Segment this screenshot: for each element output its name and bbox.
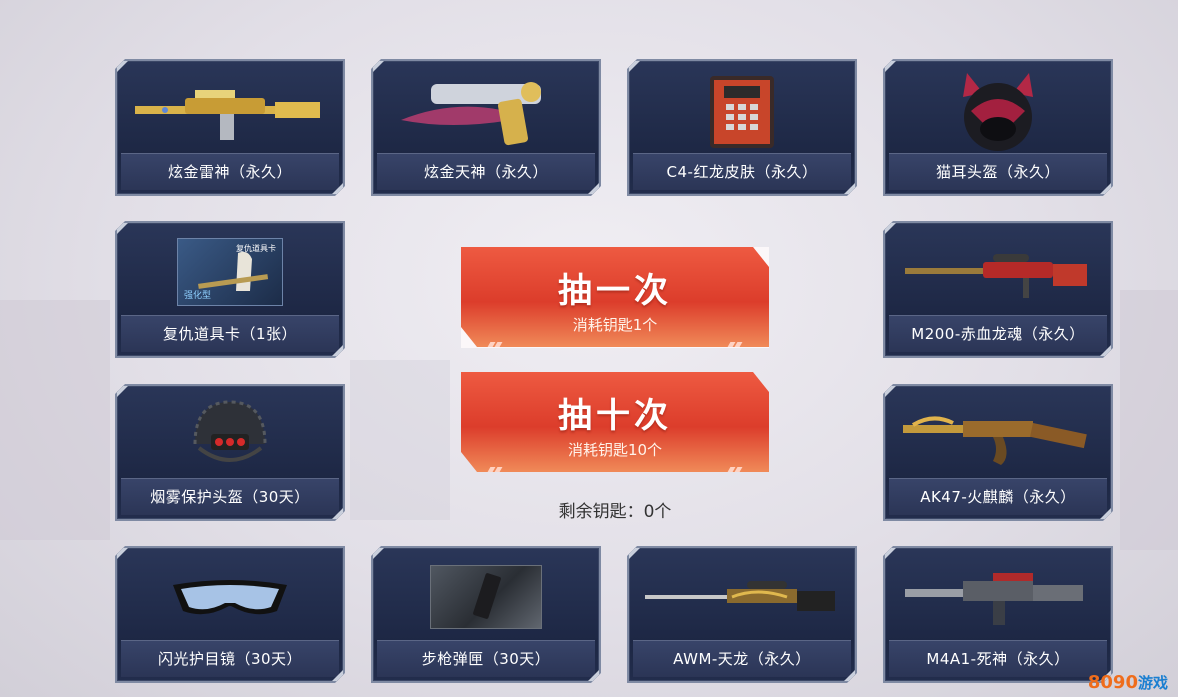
draw-ten-label: 抽十次 <box>558 396 672 436</box>
sniper-red-icon <box>889 227 1107 317</box>
prize-name: 步枪弹匣（30天） <box>377 640 595 677</box>
prize-card: 炫金雷神（永久） <box>115 59 345 196</box>
prize-name: AK47-火麒麟（永久） <box>889 478 1107 515</box>
draw-once-cost: 消耗钥匙1个 <box>572 316 658 334</box>
watermark-number: 8090 <box>1087 672 1138 693</box>
pistol-gold-icon <box>377 65 595 155</box>
watermark: 8090游戏 <box>1088 672 1168 693</box>
watermark-text: 游戏 <box>1137 674 1168 692</box>
prize-name: M200-赤血龙魂（永久） <box>889 315 1107 352</box>
magazine-icon <box>377 552 595 642</box>
m4a1-icon <box>889 552 1107 642</box>
prize-card: 猫耳头盔（永久） <box>883 59 1113 196</box>
prize-card: M200-赤血龙魂（永久） <box>883 221 1113 358</box>
background-building <box>1120 290 1178 550</box>
awm-icon <box>633 552 851 642</box>
prize-card: 烟雾保护头盔（30天） <box>115 384 345 521</box>
prize-card: 闪光护目镜（30天） <box>115 546 345 683</box>
c4-bomb-icon <box>633 65 851 155</box>
prize-name: 复仇道具卡（1张） <box>121 315 339 352</box>
smoke-helmet-icon <box>121 390 339 480</box>
prize-name: 炫金雷神（永久） <box>121 153 339 190</box>
prize-name: AWM-天龙（永久） <box>633 640 851 677</box>
remaining-keys: 剩余钥匙：0个 <box>558 502 672 522</box>
stripe-decoration <box>487 457 505 462</box>
prize-card: AK47-火麒麟（永久） <box>883 384 1113 521</box>
prize-name: M4A1-死神（永久） <box>889 640 1107 677</box>
prize-card: M4A1-死神（永久） <box>883 546 1113 683</box>
draw-once-button[interactable]: 抽一次 消耗钥匙1个 <box>461 247 769 347</box>
stripe-decoration <box>727 457 745 462</box>
draw-ten-cost: 消耗钥匙10个 <box>567 441 663 459</box>
prize-card: 复仇道具卡 强化型 复仇道具卡（1张） <box>115 221 345 358</box>
stripe-decoration <box>487 332 505 337</box>
background-building <box>0 300 110 540</box>
item-card-icon: 复仇道具卡 强化型 <box>121 227 339 317</box>
goggles-icon <box>121 552 339 642</box>
prize-card: C4-红龙皮肤（永久） <box>627 59 857 196</box>
prize-name: C4-红龙皮肤（永久） <box>633 153 851 190</box>
rifle-gold-icon <box>121 65 339 155</box>
prize-name: 闪光护目镜（30天） <box>121 640 339 677</box>
prize-name: 猫耳头盔（永久） <box>889 153 1107 190</box>
prize-card: 步枪弹匣（30天） <box>371 546 601 683</box>
prize-name: 炫金天神（永久） <box>377 153 595 190</box>
prize-card: 炫金天神（永久） <box>371 59 601 196</box>
ak47-icon <box>889 390 1107 480</box>
background-building <box>350 360 450 520</box>
draw-once-label: 抽一次 <box>558 271 672 311</box>
draw-ten-button[interactable]: 抽十次 消耗钥匙10个 <box>461 372 769 472</box>
prize-card: AWM-天龙（永久） <box>627 546 857 683</box>
prize-name: 烟雾保护头盔（30天） <box>121 478 339 515</box>
cat-helmet-icon <box>889 65 1107 155</box>
stripe-decoration <box>727 332 745 337</box>
